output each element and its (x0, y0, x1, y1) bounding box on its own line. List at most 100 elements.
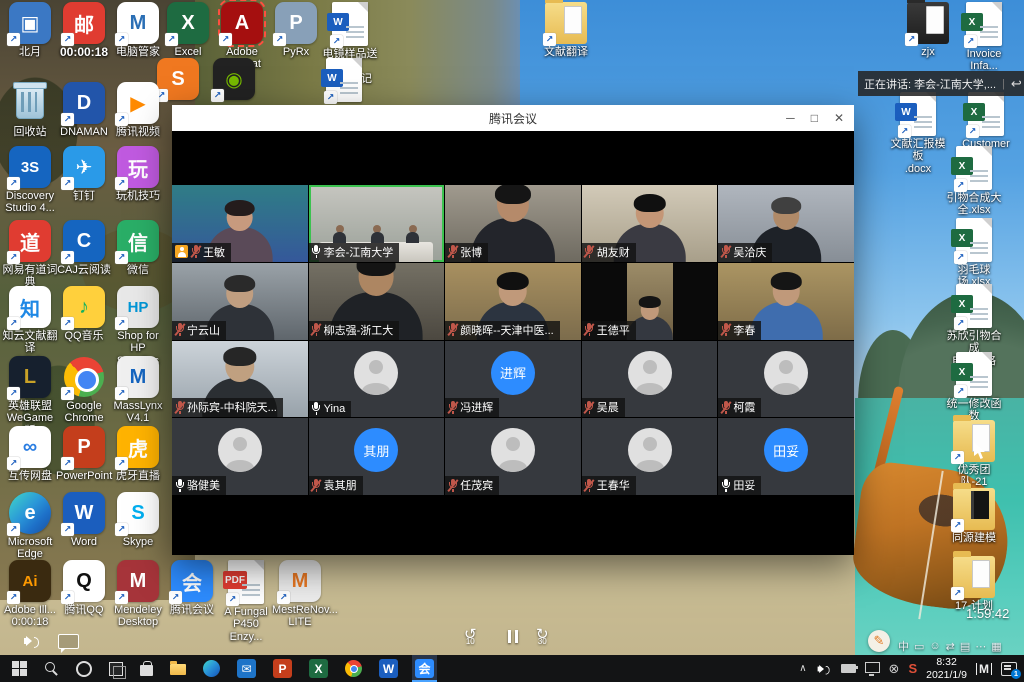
participant-tile[interactable]: 王春华 (582, 418, 718, 495)
participant-tile[interactable]: 柯霞 (718, 341, 854, 418)
mail-button[interactable]: ✉ (234, 655, 259, 682)
mnova-tray-icon[interactable]: M (976, 663, 992, 675)
participant-tile[interactable]: 王敏 (172, 185, 308, 262)
participant-tile[interactable]: 其朋袁其朋 (309, 418, 445, 495)
icon-invoice-xlsx[interactable]: X↗Invoice Infa... (956, 2, 1012, 73)
icon-chrome[interactable]: ↗Google Chrome (56, 356, 112, 425)
icon-huchuan-pan[interactable]: ∞↗互传网盘 (2, 426, 58, 482)
pause-button[interactable] (506, 630, 520, 648)
icon-illustrator[interactable]: Ai↗Adobe Ill... 0:00:18 (2, 560, 58, 629)
tray-network-icon[interactable] (865, 662, 880, 673)
icon-badminton-xlsx[interactable]: X↗羽毛球场.xlsx (946, 218, 1002, 289)
icon-skype[interactable]: S↗Skype (110, 492, 166, 548)
participant-tile[interactable]: 田妥田妥 (718, 418, 854, 495)
notification-center-icon[interactable]: 1 (1001, 662, 1017, 676)
participant-tile[interactable]: 吴洽庆 (718, 185, 854, 262)
speaking-toast[interactable]: 正在讲话: 李会-江南大学,... | ↩ (858, 71, 1024, 96)
icon-word[interactable]: W↗Word (56, 492, 112, 548)
icon-powerpoint[interactable]: P↗PowerPoint (56, 426, 112, 482)
participant-tile[interactable]: 进辉冯进辉 (445, 341, 581, 418)
maximize-button[interactable]: □ (811, 111, 818, 125)
word-button[interactable]: W (376, 655, 401, 682)
task-view-button[interactable] (106, 655, 126, 682)
icon-youdao-dict[interactable]: 道↗网易有道词典 (2, 220, 58, 289)
icon-tencent-video[interactable]: ▶↗腾讯视频 (110, 82, 166, 138)
icon-report-docx[interactable]: W↗文献汇报模板 .docx (890, 92, 946, 175)
icon-phone-tips[interactable]: 玩↗玩机技巧 (110, 146, 166, 202)
chat-overlay-icon[interactable] (58, 634, 79, 649)
rewind-10-button[interactable]: ↺ 10 (464, 628, 477, 646)
participant-tile[interactable]: 胡友财 (582, 185, 718, 262)
chrome-button[interactable] (342, 655, 365, 682)
participant-tile[interactable]: 骆健美 (172, 418, 308, 495)
ime-toolbar[interactable]: 中 ▭ ☺ ⇄ ▤ ⋯ ▦ (898, 638, 1002, 654)
tray-volume-icon[interactable] (817, 663, 830, 674)
system-volume-icon[interactable] (24, 634, 40, 648)
ime-swap-icon[interactable]: ⇄ (946, 640, 955, 653)
tray-sogou-icon[interactable]: S (908, 661, 917, 676)
search-button[interactable] (41, 655, 62, 682)
icon-word-doc-top[interactable]: W↗ (316, 58, 372, 102)
icon-hp-supplies[interactable]: HP↗Shop for HP Supplies (110, 286, 166, 367)
icon-nvidia[interactable]: ◉↗ (206, 58, 262, 100)
icon-folder-17-plan[interactable]: ↗17-计划 (946, 556, 1002, 612)
icon-qq[interactable]: Q↗腾讯QQ (56, 560, 112, 616)
icon-mail-master-timer[interactable]: 邮↗00:00:18 (56, 2, 112, 59)
icon-wechat[interactable]: 信↗微信 (110, 220, 166, 276)
ime-monitor-icon[interactable]: ▭ (914, 640, 924, 653)
participant-tile[interactable]: 孙际宾-中科院天... (172, 341, 308, 418)
participant-tile[interactable]: 柳志强-浙工大 (309, 263, 445, 340)
participant-tile[interactable]: 李春 (718, 263, 854, 340)
store-button[interactable] (137, 655, 156, 682)
tray-xcircle-icon[interactable]: ⊗ (889, 661, 900, 677)
participant-tile[interactable]: 颜晓晖--天津中医... (445, 263, 581, 340)
icon-mestrenova[interactable]: M↗MestReNov... LITE (272, 560, 328, 629)
ime-more-icon[interactable]: ⋯ (975, 640, 986, 653)
icon-recycle-bin[interactable]: 回收站 (2, 82, 58, 138)
icon-folder-homology[interactable]: ↗同源建模 (946, 488, 1002, 544)
tencent-meeting-button[interactable]: 会 (412, 655, 437, 682)
icon-beiyue[interactable]: ▣↗北月 (2, 2, 58, 58)
icon-huya-live[interactable]: 虎↗虎牙直播 (110, 426, 166, 482)
icon-primer-xlsx[interactable]: X↗引物合成大 全.xlsx (946, 146, 1002, 217)
participant-tile[interactable]: 任茂宾 (445, 418, 581, 495)
excel-button[interactable]: X (306, 655, 331, 682)
icon-fungal-pdf[interactable]: PDF↗A Fungal P450 Enzy... (218, 560, 274, 643)
ime-keyboard-icon[interactable]: ▤ (960, 640, 970, 653)
annotation-pencil-button[interactable]: ✎ (868, 630, 890, 652)
participant-tile[interactable]: 王德平 (582, 263, 718, 340)
participant-tile[interactable]: 宁云山 (172, 263, 308, 340)
cortana-button[interactable] (73, 655, 95, 682)
participant-tile[interactable]: 李会-江南大学 (309, 185, 445, 262)
icon-folder-zjx[interactable]: ↗zjx (900, 2, 956, 58)
window-titlebar[interactable]: 腾讯会议 ─ □ ✕ (172, 105, 854, 131)
icon-folder-wenxian-fanyi[interactable]: ↗文献翻译 (538, 2, 594, 58)
ime-grid-icon[interactable]: ▦ (991, 640, 1001, 653)
minimize-button[interactable]: ─ (786, 111, 795, 125)
ime-lang-icon[interactable]: 中 (898, 638, 909, 654)
file-explorer-button[interactable] (167, 655, 189, 682)
edge-button[interactable] (200, 655, 223, 682)
icon-lol-wegame[interactable]: L↗英雄联盟 WeGame版 (2, 356, 58, 437)
participant-tile[interactable]: 吴晨 (582, 341, 718, 418)
reply-arrow-icon[interactable]: ↩ (1011, 76, 1022, 92)
tray-chevron-up-icon[interactable]: ∧ (799, 663, 806, 674)
icon-zhiyun-translate[interactable]: 知↗知云文献翻译 V5.2 (2, 286, 58, 367)
icon-pc-manager[interactable]: M↗电脑管家 (110, 2, 166, 58)
forward-30-button[interactable]: ↻ 30 (536, 628, 549, 646)
ime-smiley-icon[interactable]: ☺ (929, 640, 940, 652)
icon-dingtalk[interactable]: ✈↗钉钉 (56, 146, 112, 202)
icon-pyrx[interactable]: P↗PyRx (268, 2, 324, 58)
participant-tile[interactable]: Yina (309, 341, 445, 418)
icon-mendeley[interactable]: M↗Mendeley Desktop (110, 560, 166, 629)
start-button[interactable] (9, 655, 30, 682)
icon-excel[interactable]: X↗Excel (160, 2, 216, 58)
icon-dnaman[interactable]: D↗DNAMAN (56, 82, 112, 138)
close-button[interactable]: ✕ (834, 111, 844, 125)
icon-caj-reader[interactable]: C↗CAJ云阅读 (56, 220, 112, 276)
tray-battery-icon[interactable] (841, 664, 856, 673)
powerpoint-button[interactable]: P (270, 655, 295, 682)
participant-tile[interactable]: 张博 (445, 185, 581, 262)
icon-qq-music[interactable]: ♪↗QQ音乐 (56, 286, 112, 342)
icon-edge[interactable]: e↗Microsoft Edge (2, 492, 58, 561)
